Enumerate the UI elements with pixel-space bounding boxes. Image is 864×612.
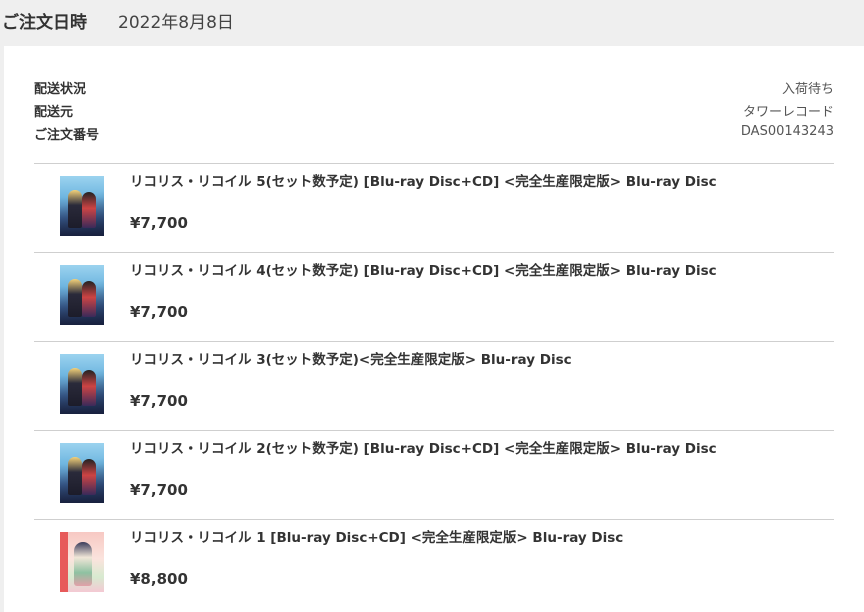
product-cover-image[interactable] bbox=[60, 443, 104, 503]
order-info: 配送状況 入荷待ち 配送元 タワーレコード ご注文番号 DAS00143243 bbox=[34, 78, 834, 147]
order-number-value: DAS00143243 bbox=[740, 124, 834, 139]
shipping-status-value: 入荷待ち bbox=[781, 82, 834, 97]
order-header: ご注文日時 2022年8月8日 bbox=[0, 0, 864, 46]
product-cover-image[interactable] bbox=[60, 532, 104, 592]
order-date-value: 2022年8月8日 bbox=[118, 13, 234, 33]
order-item: リコリス・リコイル 2(セット数予定) [Blu-ray Disc+CD] <完… bbox=[34, 430, 834, 519]
product-title-link[interactable]: リコリス・リコイル 5(セット数予定) [Blu-ray Disc+CD] <完… bbox=[130, 172, 730, 193]
product-cover-image[interactable] bbox=[60, 354, 104, 414]
shipping-source-row: 配送元 タワーレコード bbox=[34, 101, 834, 124]
product-cover-image[interactable] bbox=[60, 265, 104, 325]
shipping-source-value: タワーレコード bbox=[742, 105, 834, 120]
shipping-status-label: 配送状況 bbox=[34, 82, 87, 97]
order-date-label: ご注文日時 bbox=[2, 13, 87, 33]
product-price: ¥7,700 bbox=[130, 392, 188, 410]
order-number-row: ご注文番号 DAS00143243 bbox=[34, 124, 834, 147]
order-item: リコリス・リコイル 3(セット数予定)<完全生産限定版> Blu-ray Dis… bbox=[34, 341, 834, 430]
product-price: ¥7,700 bbox=[130, 214, 188, 232]
product-title-link[interactable]: リコリス・リコイル 1 [Blu-ray Disc+CD] <完全生産限定版> … bbox=[130, 528, 730, 549]
order-detail-panel: 配送状況 入荷待ち 配送元 タワーレコード ご注文番号 DAS00143243 … bbox=[4, 46, 864, 612]
order-items-list: リコリス・リコイル 5(セット数予定) [Blu-ray Disc+CD] <完… bbox=[34, 163, 834, 608]
product-title-link[interactable]: リコリス・リコイル 2(セット数予定) [Blu-ray Disc+CD] <完… bbox=[130, 439, 730, 460]
product-price: ¥8,800 bbox=[130, 570, 188, 588]
order-item: リコリス・リコイル 4(セット数予定) [Blu-ray Disc+CD] <完… bbox=[34, 252, 834, 341]
product-title-link[interactable]: リコリス・リコイル 3(セット数予定)<完全生産限定版> Blu-ray Dis… bbox=[130, 350, 730, 371]
product-cover-image[interactable] bbox=[60, 176, 104, 236]
shipping-source-label: 配送元 bbox=[34, 105, 74, 120]
product-title-link[interactable]: リコリス・リコイル 4(セット数予定) [Blu-ray Disc+CD] <完… bbox=[130, 261, 730, 282]
order-item: リコリス・リコイル 5(セット数予定) [Blu-ray Disc+CD] <完… bbox=[34, 163, 834, 252]
order-item: リコリス・リコイル 1 [Blu-ray Disc+CD] <完全生産限定版> … bbox=[34, 519, 834, 608]
shipping-status-row: 配送状況 入荷待ち bbox=[34, 78, 834, 101]
product-price: ¥7,700 bbox=[130, 481, 188, 499]
order-number-label: ご注文番号 bbox=[34, 128, 100, 143]
product-price: ¥7,700 bbox=[130, 303, 188, 321]
